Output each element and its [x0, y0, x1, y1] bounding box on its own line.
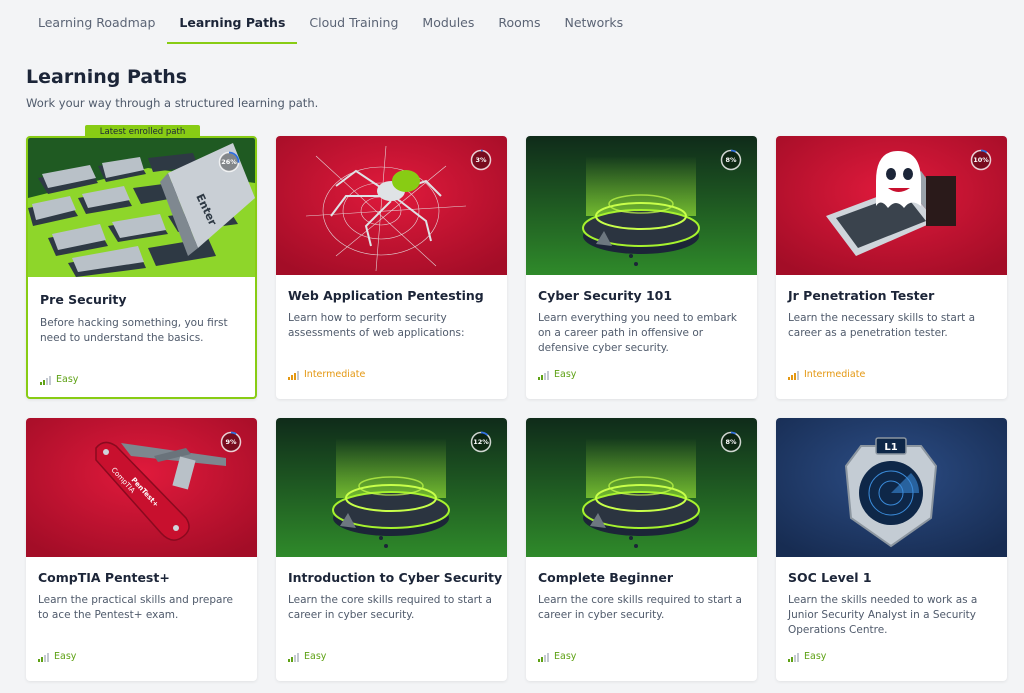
card-art: L1: [776, 418, 1007, 557]
tab-learning-paths[interactable]: Learning Paths: [167, 0, 298, 44]
progress-ring: 10%: [970, 149, 992, 171]
tab-rooms[interactable]: Rooms: [486, 0, 552, 44]
card-art: 8%: [526, 136, 757, 275]
difficulty-indicator: Easy: [538, 369, 576, 380]
level-label: L1: [884, 442, 897, 453]
difficulty-indicator: Easy: [40, 374, 78, 385]
card-description: Learn how to perform security assessment…: [288, 312, 465, 339]
card-art: Enter 26%: [28, 138, 255, 277]
difficulty-indicator: Easy: [288, 651, 326, 662]
tab-networks[interactable]: Networks: [552, 0, 635, 44]
progress-label: 9%: [225, 438, 237, 446]
difficulty-label: Easy: [54, 651, 77, 662]
progress-label: 8%: [725, 438, 737, 446]
card-title: Introduction to Cyber Security: [288, 570, 503, 585]
path-card-web-application-pentesting[interactable]: 3% Web Application Pentesting Learn how …: [276, 136, 507, 399]
card-description: Learn the core skills required to start …: [288, 594, 492, 621]
progress-ring: 26%: [218, 151, 240, 173]
card-art: 10%: [776, 136, 1007, 275]
progress-ring: 3%: [470, 149, 492, 171]
latest-enrolled-badge: Latest enrolled path: [85, 125, 200, 139]
card-art: 12%: [276, 418, 507, 557]
tab-cloud-training[interactable]: Cloud Training: [297, 0, 410, 44]
path-card-pre-security[interactable]: Latest enrolled path Enter 26% Pre Secur…: [26, 125, 257, 399]
path-card-comptia-pentest[interactable]: CompTIA PenTest+ 9% CompTIA Pentest+ Lea…: [26, 418, 257, 681]
card-description: Learn the core skills required to start …: [538, 594, 742, 621]
card-title: Pre Security: [40, 292, 127, 307]
difficulty-label: Easy: [56, 374, 79, 385]
card-title: CompTIA Pentest+: [38, 570, 170, 585]
card-description: Before hacking something, you first need…: [40, 317, 228, 344]
page-subtitle: Work your way through a structured learn…: [26, 96, 319, 110]
progress-label: 26%: [221, 158, 237, 166]
difficulty-label: Easy: [554, 651, 577, 662]
card-title: Jr Penetration Tester: [788, 288, 935, 303]
card-description: Learn everything you need to embark on a…: [538, 312, 737, 354]
difficulty-bars-icon: [788, 653, 799, 662]
card-title: Web Application Pentesting: [288, 288, 484, 303]
tab-learning-roadmap[interactable]: Learning Roadmap: [26, 0, 167, 44]
card-title: SOC Level 1: [788, 570, 872, 585]
difficulty-indicator: Easy: [38, 651, 76, 662]
card-title: Cyber Security 101: [538, 288, 673, 303]
card-description: Learn the necessary skills to start a ca…: [788, 312, 976, 339]
progress-label: 12%: [473, 438, 489, 446]
difficulty-indicator: Easy: [538, 651, 576, 662]
progress-ring: 12%: [470, 431, 492, 453]
path-card-jr-penetration-tester[interactable]: 10% Jr Penetration Tester Learn the nece…: [776, 136, 1007, 399]
progress-ring: 8%: [720, 431, 742, 453]
difficulty-bars-icon: [288, 653, 299, 662]
top-tabs: Learning Roadmap Learning Paths Cloud Tr…: [0, 0, 1024, 44]
difficulty-indicator: Intermediate: [288, 369, 365, 380]
progress-label: 3%: [475, 156, 487, 164]
difficulty-label: Easy: [804, 651, 827, 662]
card-description: Learn the practical skills and prepare t…: [38, 594, 233, 621]
progress-ring: 9%: [220, 431, 242, 453]
path-card-complete-beginner[interactable]: 8% Complete Beginner Learn the core skil…: [526, 418, 757, 681]
card-art: 8%: [526, 418, 757, 557]
difficulty-indicator: Intermediate: [788, 369, 865, 380]
difficulty-bars-icon: [538, 371, 549, 380]
path-card-introduction-to-cyber-security[interactable]: 12% Introduction to Cyber Security Learn…: [276, 418, 507, 681]
difficulty-bars-icon: [288, 371, 299, 380]
difficulty-label: Intermediate: [804, 369, 866, 380]
difficulty-bars-icon: [40, 376, 51, 385]
difficulty-bars-icon: [788, 371, 799, 380]
difficulty-bars-icon: [538, 653, 549, 662]
path-card-cyber-security-101[interactable]: 8% Cyber Security 101 Learn everything y…: [526, 136, 757, 399]
shield-radar-icon: L1: [776, 418, 1007, 557]
card-description: Learn the skills needed to work as a Jun…: [788, 594, 978, 636]
difficulty-label: Easy: [304, 651, 327, 662]
progress-ring: 8%: [720, 149, 742, 171]
tab-modules[interactable]: Modules: [410, 0, 486, 44]
difficulty-label: Intermediate: [304, 369, 366, 380]
difficulty-bars-icon: [38, 653, 49, 662]
card-art: CompTIA PenTest+ 9%: [26, 418, 257, 557]
path-card-soc-level-1[interactable]: L1 SOC Level 1 Learn the skills needed t…: [776, 418, 1007, 681]
page-title: Learning Paths: [26, 66, 188, 88]
progress-label: 8%: [725, 156, 737, 164]
card-title: Complete Beginner: [538, 570, 673, 585]
difficulty-indicator: Easy: [788, 651, 826, 662]
progress-label: 10%: [973, 156, 989, 164]
card-art: 3%: [276, 136, 507, 275]
difficulty-label: Easy: [554, 369, 577, 380]
learning-paths-grid: Latest enrolled path Enter 26% Pre Secur…: [26, 125, 1007, 681]
